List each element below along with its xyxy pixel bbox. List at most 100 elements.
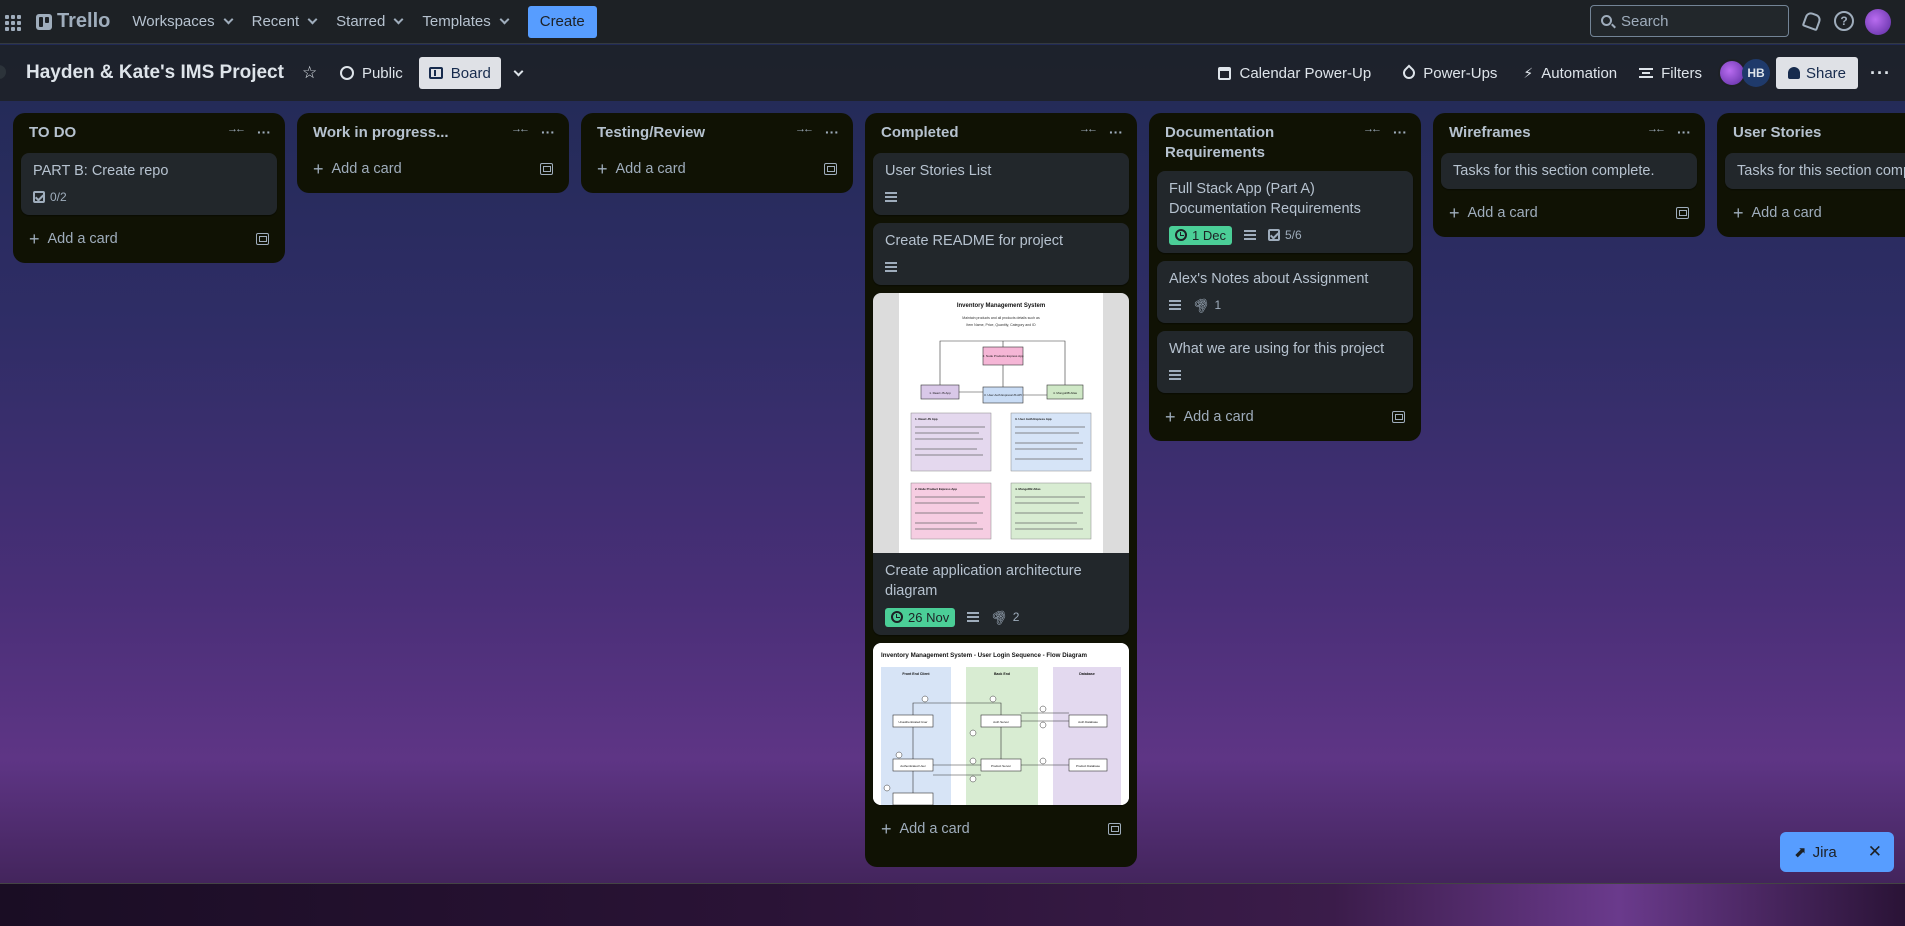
add-card-button[interactable]: + Add a card	[589, 153, 845, 185]
create-button[interactable]: Create	[527, 5, 597, 38]
card[interactable]: Inventory Management System - User Login…	[873, 643, 1129, 805]
flow-title: Inventory Management System - User Login…	[881, 652, 1087, 659]
card[interactable]: Create README for project	[873, 223, 1129, 285]
account-avatar[interactable]	[1865, 9, 1891, 35]
list-title[interactable]: Wireframes	[1449, 123, 1641, 143]
collapse-list-icon[interactable]	[1647, 123, 1669, 143]
visibility-button[interactable]: Public	[330, 57, 413, 89]
card-title: PART B: Create repo	[33, 163, 169, 179]
due-date-badge[interactable]: 26 Nov	[885, 607, 956, 627]
automation-button[interactable]: ⚡ Automation	[1513, 57, 1627, 89]
list-header[interactable]: Work in progress... ···	[305, 113, 561, 153]
list-completed: Completed ··· User Stories List Create R…	[865, 113, 1137, 867]
create-from-template-icon[interactable]	[256, 233, 269, 245]
list-header[interactable]: Completed ···	[873, 113, 1129, 153]
attachments-badge: 🖇 1	[1190, 294, 1221, 316]
list-menu-icon[interactable]: ···	[257, 123, 271, 141]
checklist-badge: 5/6	[1267, 228, 1302, 242]
card-cover-image: Inventory Management System - User Login…	[873, 643, 1129, 805]
board-title[interactable]: Hayden & Kate's IMS Project	[26, 62, 284, 84]
board-view-button[interactable]: Board	[418, 57, 501, 89]
plus-icon: +	[1449, 203, 1460, 223]
templates-menu[interactable]: Templates	[412, 7, 517, 36]
create-from-template-icon[interactable]	[540, 163, 553, 175]
recent-menu[interactable]: Recent	[242, 7, 327, 36]
close-icon[interactable]: ✕	[1868, 842, 1882, 862]
list-user-stories: User Stories ··· Tasks for this section …	[1717, 113, 1905, 237]
card[interactable]: User Stories List	[873, 153, 1129, 215]
list-menu-icon[interactable]: ···	[825, 123, 839, 141]
collapse-list-icon[interactable]	[511, 123, 533, 143]
card[interactable]: PART B: Create repo 0/2	[21, 153, 277, 215]
list-menu-icon[interactable]: ···	[541, 123, 555, 141]
views-dropdown-button[interactable]	[501, 57, 532, 89]
list-title[interactable]: User Stories	[1733, 123, 1905, 143]
add-card-label: Add a card	[615, 161, 686, 177]
list-header[interactable]: Documentation Requirements ···	[1157, 113, 1413, 171]
list-title[interactable]: Documentation Requirements	[1165, 123, 1357, 163]
chevron-down-icon	[307, 14, 318, 25]
diagram-subtitle-1: Maintain products and all products detai…	[962, 316, 1040, 320]
filters-button[interactable]: Filters	[1629, 57, 1712, 89]
add-card-label: Add a card	[1751, 205, 1822, 221]
collapse-list-icon[interactable]	[227, 123, 249, 143]
sidebar-expand-handle[interactable]	[0, 65, 6, 79]
card[interactable]: Full Stack App (Part A) Documentation Re…	[1157, 171, 1413, 253]
calendar-powerup-button[interactable]: Calendar Power-Up	[1208, 57, 1381, 89]
collapse-list-icon[interactable]	[1079, 123, 1101, 143]
description-icon	[1169, 300, 1181, 310]
board-menu-icon[interactable]: ···	[1870, 63, 1891, 84]
create-from-template-icon[interactable]	[1392, 411, 1405, 423]
star-board-icon[interactable]: ☆	[302, 64, 320, 82]
add-card-button[interactable]: + Add a card	[873, 813, 1129, 845]
add-card-button[interactable]: + Add a card	[1157, 401, 1413, 433]
collapse-list-icon[interactable]	[1363, 123, 1385, 143]
powerups-button[interactable]: Power-Ups	[1393, 57, 1507, 89]
list-title[interactable]: Testing/Review	[597, 123, 789, 143]
trello-logo[interactable]: Trello	[36, 10, 110, 33]
recent-label: Recent	[251, 13, 300, 30]
list-title[interactable]: Completed	[881, 123, 1073, 143]
search-box[interactable]	[1590, 5, 1789, 37]
help-icon[interactable]: ?	[1834, 11, 1854, 31]
list-header[interactable]: Wireframes ···	[1441, 113, 1697, 153]
trello-icon	[36, 13, 52, 30]
collapse-list-icon[interactable]	[795, 123, 817, 143]
member-avatar-initials[interactable]: HB	[1741, 59, 1770, 87]
rocket-icon	[1400, 64, 1418, 82]
share-button[interactable]: Share	[1775, 57, 1859, 89]
workspaces-menu[interactable]: Workspaces	[122, 7, 241, 36]
create-from-template-icon[interactable]	[1676, 207, 1689, 219]
list-header[interactable]: Testing/Review ···	[589, 113, 845, 153]
jira-widget-button[interactable]: ⬈ Jira ✕	[1780, 832, 1894, 872]
list-title[interactable]: Work in progress...	[313, 123, 505, 143]
card[interactable]: Alex's Notes about Assignment 🖇 1	[1157, 261, 1413, 323]
notifications-bell-icon[interactable]	[1800, 11, 1820, 31]
search-input[interactable]	[1621, 12, 1781, 30]
app-switcher-icon[interactable]	[2, 12, 22, 32]
add-card-button[interactable]: + Add a card	[1441, 197, 1697, 229]
list-menu-icon[interactable]: ···	[1393, 123, 1407, 141]
card[interactable]: What we are using for this project	[1157, 331, 1413, 393]
create-from-template-icon[interactable]	[1108, 823, 1121, 835]
starred-menu[interactable]: Starred	[326, 7, 412, 36]
card[interactable]: Tasks for this section complete.	[1441, 153, 1697, 189]
add-card-button[interactable]: + Add a card	[21, 223, 277, 255]
architecture-diagram: Inventory Management System Maintain pro…	[899, 293, 1103, 553]
add-card-button[interactable]: + Add a card	[1725, 197, 1905, 229]
chevron-down-icon	[499, 14, 510, 25]
board-canvas: TO DO ··· PART B: Create repo 0/2 + Add …	[0, 101, 1905, 883]
list-work-in-progress: Work in progress... ··· + Add a card	[297, 113, 569, 193]
panel-4-title: 4. MongoDB Atlas	[1015, 487, 1041, 491]
list-header[interactable]: TO DO ···	[21, 113, 277, 153]
due-date-badge[interactable]: 1 Dec	[1169, 225, 1232, 245]
card[interactable]: Inventory Management System Maintain pro…	[873, 293, 1129, 635]
list-title[interactable]: TO DO	[29, 123, 221, 143]
card[interactable]: Tasks for this section complete.	[1725, 153, 1905, 189]
create-from-template-icon[interactable]	[824, 163, 837, 175]
list-header[interactable]: User Stories ···	[1725, 113, 1905, 153]
add-card-button[interactable]: + Add a card	[305, 153, 561, 185]
top-nav: Trello Workspaces Recent Starred Templat…	[0, 0, 1905, 44]
list-menu-icon[interactable]: ···	[1677, 123, 1691, 141]
list-menu-icon[interactable]: ···	[1109, 123, 1123, 141]
